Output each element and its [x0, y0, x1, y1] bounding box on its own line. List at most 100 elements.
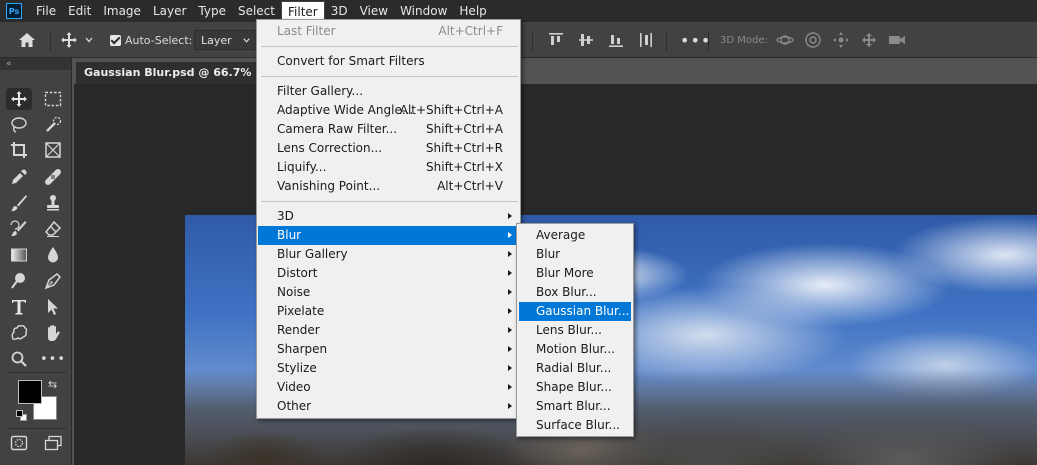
- submenu-render[interactable]: Render: [258, 321, 519, 340]
- shape-blur-item[interactable]: Shape Blur...: [519, 378, 631, 397]
- menu-filter[interactable]: Filter: [281, 1, 325, 21]
- box-blur-item[interactable]: Box Blur...: [519, 283, 631, 302]
- menu-layer[interactable]: Layer: [147, 1, 192, 21]
- distribute-icon[interactable]: [638, 32, 654, 48]
- menu-image[interactable]: Image: [97, 1, 147, 21]
- adaptive-wide-angle-item[interactable]: Adaptive Wide Angle... Alt+Shift+Ctrl+A: [258, 101, 519, 120]
- eyedropper-tool[interactable]: [6, 166, 32, 188]
- motion-blur-item[interactable]: Motion Blur...: [519, 340, 631, 359]
- vanishing-point-label: Vanishing Point...: [277, 179, 381, 193]
- lens-correction-item[interactable]: Lens Correction... Shift+Ctrl+R: [258, 139, 519, 158]
- smart-blur-item[interactable]: Smart Blur...: [519, 397, 631, 416]
- marquee-tool[interactable]: [40, 88, 66, 110]
- path-selection-tool[interactable]: [40, 296, 66, 318]
- slide-3d-icon[interactable]: [860, 31, 878, 49]
- camera-raw-filter-shortcut: Shift+Ctrl+A: [426, 122, 503, 136]
- submenu-video[interactable]: Video: [258, 378, 519, 397]
- submenu-noise[interactable]: Noise: [258, 283, 519, 302]
- screen-mode-button[interactable]: [40, 432, 66, 454]
- menu-file[interactable]: File: [30, 1, 62, 21]
- gaussian-blur-item[interactable]: Gaussian Blur...: [519, 302, 631, 321]
- submenu-distort[interactable]: Distort: [258, 264, 519, 283]
- filter-gallery-item[interactable]: Filter Gallery...: [258, 82, 519, 101]
- liquify-shortcut: Shift+Ctrl+X: [426, 160, 503, 174]
- pen-icon: [44, 273, 61, 290]
- pan-3d-icon[interactable]: [832, 31, 850, 49]
- blur-more-item[interactable]: Blur More: [519, 264, 631, 283]
- align-bottom-icon[interactable]: [608, 32, 624, 48]
- submenu-arrow-icon: [508, 289, 512, 295]
- tools-panel: « ••• ⇆: [0, 58, 72, 465]
- blur-drop-icon: [48, 247, 58, 263]
- frame-tool[interactable]: [40, 139, 66, 161]
- submenu-blur[interactable]: Blur: [258, 226, 519, 245]
- gradient-tool[interactable]: [6, 244, 32, 266]
- submenu-pixelate[interactable]: Pixelate: [258, 302, 519, 321]
- zoom-tool[interactable]: [6, 348, 32, 370]
- swap-colors-button[interactable]: ⇆: [48, 378, 57, 391]
- hand-tool[interactable]: [40, 322, 66, 344]
- eraser-tool[interactable]: [40, 218, 66, 240]
- move-tool[interactable]: [6, 88, 32, 110]
- quick-selection-tool[interactable]: [40, 114, 66, 136]
- quick-mask-icon: [10, 435, 28, 451]
- auto-select-checkbox[interactable]: [110, 34, 121, 46]
- orbit-3d-icon[interactable]: [776, 31, 794, 49]
- custom-shape-tool[interactable]: [6, 322, 32, 344]
- foreground-color-swatch[interactable]: [18, 380, 42, 404]
- pen-tool[interactable]: [40, 270, 66, 292]
- menu-edit[interactable]: Edit: [62, 1, 97, 21]
- brush-tool[interactable]: [6, 192, 32, 214]
- radial-blur-item[interactable]: Radial Blur...: [519, 359, 631, 378]
- move-tool-preset[interactable]: [60, 22, 94, 58]
- menu-help[interactable]: Help: [453, 1, 492, 21]
- more-options-button[interactable]: •••: [680, 22, 711, 58]
- history-brush-tool[interactable]: [6, 218, 32, 240]
- healing-brush-tool[interactable]: [40, 166, 66, 188]
- lasso-icon: [11, 117, 27, 133]
- blur-average-item[interactable]: Average: [519, 226, 631, 245]
- roll-3d-icon[interactable]: [804, 31, 822, 49]
- menu-type[interactable]: Type: [192, 1, 232, 21]
- clone-stamp-tool[interactable]: [40, 192, 66, 214]
- auto-select-label: Auto-Select:: [125, 33, 193, 47]
- lasso-tool[interactable]: [6, 114, 32, 136]
- last-filter-item[interactable]: Last Filter Alt+Ctrl+F: [258, 22, 519, 41]
- submenu-blur-gallery[interactable]: Blur Gallery: [258, 245, 519, 264]
- submenu-sharpen[interactable]: Sharpen: [258, 340, 519, 359]
- auto-select-target-dropdown[interactable]: Layer: [194, 30, 258, 50]
- menu-window[interactable]: Window: [394, 1, 453, 21]
- menu-select[interactable]: Select: [232, 1, 281, 21]
- dodge-tool[interactable]: [6, 270, 32, 292]
- convert-smart-filters-item[interactable]: Convert for Smart Filters: [258, 52, 519, 71]
- camera-raw-filter-item[interactable]: Camera Raw Filter... Shift+Ctrl+A: [258, 120, 519, 139]
- filter-gallery-label: Filter Gallery...: [277, 84, 364, 98]
- surface-blur-item[interactable]: Surface Blur...: [519, 416, 631, 435]
- crop-tool[interactable]: [6, 139, 32, 161]
- history-brush-icon: [10, 220, 27, 237]
- auto-select-toggle[interactable]: Auto-Select:: [110, 22, 192, 58]
- blur-blur-item[interactable]: Blur: [519, 245, 631, 264]
- home-button[interactable]: [18, 22, 36, 58]
- align-vertical-center-icon[interactable]: [578, 32, 594, 48]
- liquify-item[interactable]: Liquify... Shift+Ctrl+X: [258, 158, 519, 177]
- tools-panel-collapse[interactable]: «: [0, 58, 71, 70]
- home-icon: [19, 33, 35, 47]
- submenu-3d[interactable]: 3D: [258, 207, 519, 226]
- type-tool[interactable]: [6, 296, 32, 318]
- vanishing-point-item[interactable]: Vanishing Point... Alt+Ctrl+V: [258, 177, 519, 196]
- edit-toolbar-button[interactable]: •••: [40, 348, 66, 370]
- submenu-arrow-icon: [508, 327, 512, 333]
- document-tab[interactable]: Gaussian Blur.psd @ 66.7% (Filter: [76, 62, 266, 84]
- menu-3d[interactable]: 3D: [325, 1, 354, 21]
- submenu-stylize[interactable]: Stylize: [258, 359, 519, 378]
- lens-blur-item[interactable]: Lens Blur...: [519, 321, 631, 340]
- default-colors-button[interactable]: [16, 410, 28, 422]
- quick-mask-button[interactable]: [6, 432, 32, 454]
- submenu-other[interactable]: Other: [258, 397, 519, 416]
- video-camera-3d-icon[interactable]: [888, 31, 906, 49]
- blur-tool[interactable]: [40, 244, 66, 266]
- menu-view[interactable]: View: [354, 1, 394, 21]
- liquify-label: Liquify...: [277, 160, 327, 174]
- align-top-icon[interactable]: [548, 32, 564, 48]
